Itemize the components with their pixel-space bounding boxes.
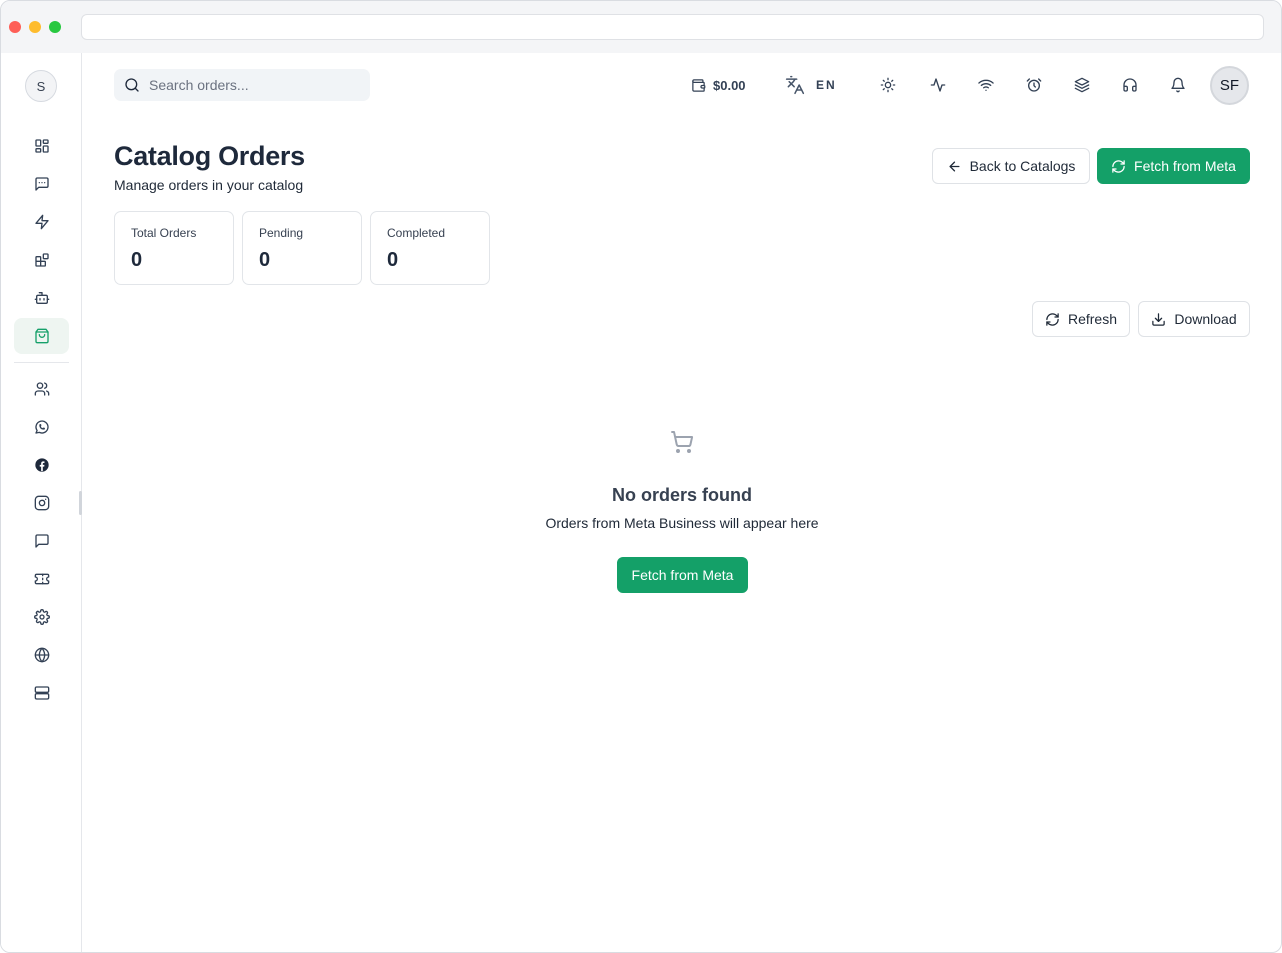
workspace-avatar[interactable]: S — [25, 70, 57, 102]
back-to-catalogs-button[interactable]: Back to Catalogs — [932, 148, 1090, 184]
search-input[interactable] — [149, 77, 349, 93]
refresh-button[interactable]: Refresh — [1032, 301, 1130, 337]
message-square-icon — [34, 177, 49, 191]
stat-label: Total Orders — [131, 226, 197, 240]
user-avatar[interactable]: SF — [1210, 66, 1249, 105]
stat-value: 0 — [387, 249, 399, 271]
search-icon — [125, 78, 139, 92]
stat-card-completed: Completed 0 — [370, 211, 490, 285]
support-button[interactable] — [1120, 75, 1140, 95]
download-label: Download — [1174, 311, 1237, 327]
bot-icon — [34, 292, 49, 304]
layers-icon — [1074, 77, 1090, 93]
sidebar-item-servers[interactable] — [14, 675, 69, 711]
fetch-from-meta-label: Fetch from Meta — [1134, 158, 1236, 174]
sun-icon — [880, 77, 896, 93]
ticket-icon — [34, 573, 49, 585]
sidebar-item-bots[interactable] — [14, 280, 69, 316]
activity-icon — [930, 78, 946, 92]
zap-icon — [34, 214, 49, 230]
sidebar-item-facebook[interactable] — [14, 447, 69, 483]
stat-label: Completed — [387, 226, 446, 240]
browser-titlebar — [1, 1, 1281, 53]
sidebar-item-tickets[interactable] — [14, 561, 69, 597]
sidebar-item-contacts[interactable] — [14, 371, 69, 407]
languages-icon — [785, 75, 805, 95]
settings-icon — [33, 609, 50, 625]
page-title: Catalog Orders — [114, 141, 305, 171]
arrow-left-icon — [949, 161, 960, 171]
layout-grid-icon — [34, 139, 49, 153]
layers-button[interactable] — [1072, 75, 1092, 95]
facebook-icon — [34, 458, 49, 472]
sidebar-item-integrations[interactable] — [14, 242, 69, 278]
download-button[interactable]: Download — [1138, 301, 1250, 337]
sidebar-item-settings[interactable] — [14, 599, 69, 635]
bell-icon — [1171, 77, 1185, 93]
browser-window: S Search orders... $0.00 EN SF Catalog O… — [0, 0, 1282, 953]
sidebar-item-whatsapp[interactable] — [14, 409, 69, 445]
server-icon — [34, 686, 49, 700]
theme-toggle-button[interactable] — [878, 75, 898, 95]
maximize-window-button[interactable] — [49, 21, 61, 33]
globe-icon — [34, 647, 49, 663]
message-circle-icon — [34, 534, 49, 548]
activity-button[interactable] — [928, 75, 948, 95]
stat-card-pending: Pending 0 — [242, 211, 362, 285]
page-subtitle: Manage orders in your catalog — [114, 177, 304, 193]
stat-label: Pending — [259, 226, 304, 240]
alarm-clock-icon — [1026, 78, 1042, 92]
users-icon — [34, 382, 49, 396]
notifications-button[interactable] — [1168, 75, 1188, 95]
headphones-icon — [1123, 78, 1137, 92]
blocks-icon — [34, 253, 49, 267]
shopping-cart-icon — [671, 431, 694, 453]
sidebar-item-catalog[interactable] — [14, 318, 69, 354]
empty-state-subtitle: Orders from Meta Business will appear he… — [545, 515, 819, 531]
search-bar[interactable] — [114, 69, 370, 101]
sidebar-item-chats[interactable] — [14, 166, 69, 202]
close-window-button[interactable] — [9, 21, 21, 33]
whatsapp-icon — [34, 420, 49, 434]
reminders-button[interactable] — [1024, 75, 1044, 95]
empty-state-fetch-button[interactable]: Fetch from Meta — [617, 557, 748, 593]
shopping-bag-icon — [34, 328, 49, 344]
download-icon — [1152, 312, 1166, 326]
wallet-balance[interactable]: $0.00 — [691, 75, 746, 95]
sidebar-item-automation[interactable] — [14, 204, 69, 240]
stat-value: 0 — [259, 249, 271, 271]
refresh-label: Refresh — [1067, 311, 1118, 327]
language-code: EN — [816, 78, 837, 92]
back-to-catalogs-label: Back to Catalogs — [969, 158, 1076, 174]
refresh-icon — [1046, 312, 1059, 326]
minimize-window-button[interactable] — [29, 21, 41, 33]
sidebar-item-web[interactable] — [14, 637, 69, 673]
sidebar-item-dashboard[interactable] — [14, 128, 69, 164]
empty-state-title: No orders found — [612, 485, 752, 505]
wallet-icon — [692, 78, 706, 92]
stat-card-total-orders: Total Orders 0 — [114, 211, 234, 285]
connection-status-button[interactable] — [976, 75, 996, 95]
sidebar-divider — [14, 362, 69, 363]
fetch-from-meta-button[interactable]: Fetch from Meta — [1097, 148, 1250, 184]
language-switcher[interactable]: EN — [785, 74, 837, 96]
empty-state-fetch-label: Fetch from Meta — [631, 567, 734, 583]
wifi-icon — [978, 79, 994, 91]
refresh-icon — [1112, 159, 1125, 173]
stat-value: 0 — [131, 249, 143, 271]
balance-amount: $0.00 — [713, 77, 746, 93]
address-bar[interactable] — [81, 14, 1264, 40]
